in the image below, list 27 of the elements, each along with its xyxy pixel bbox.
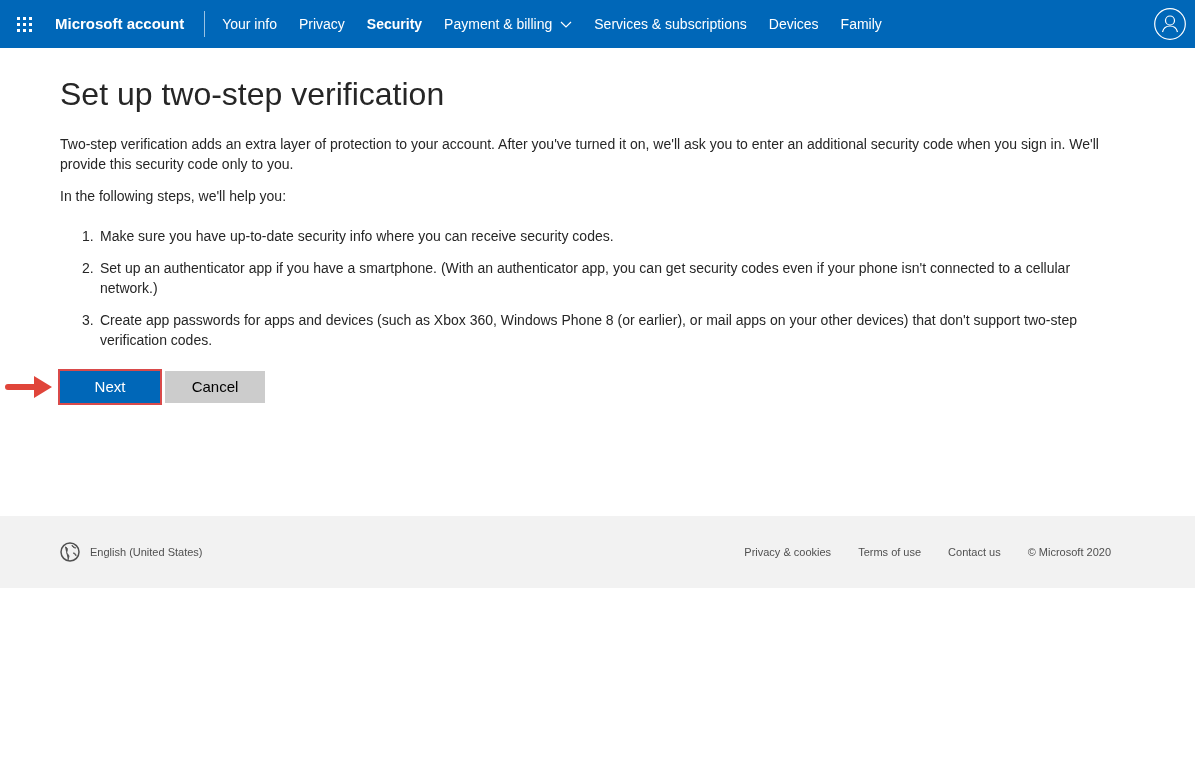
app-launcher-icon[interactable] [16, 16, 32, 32]
steps-lead: In the following steps, we'll help you: [60, 187, 288, 206]
cancel-button[interactable]: Cancel [165, 371, 265, 403]
nav-tab[interactable]: Security [366, 13, 423, 35]
step-number: 1. [82, 227, 95, 246]
step-text: Set up an authenticator app if you have a smartphone. (With an authenticator app, you can get security codes even if your phone isn't connected to a cellular network.) [100, 259, 1072, 298]
nav-tab[interactable]: Family [840, 13, 882, 35]
language-link[interactable]: English (United States) [90, 543, 203, 561]
step-number: 2. [82, 259, 95, 278]
step-text: Make sure you have up-to-date security info where you can receive security codes. [100, 227, 614, 246]
next-button[interactable]: Next [60, 371, 160, 403]
nav-tab[interactable]: Payment & billing [444, 13, 573, 35]
profile-icon[interactable] [1154, 8, 1186, 40]
footer-link[interactable]: Contact us [948, 543, 1001, 561]
step-text: Create app passwords for apps and devices (such as Xbox 360, Windows Phone 8 (or earlier), or mail apps on your other devices) that don't support two-step verification codes. [100, 311, 1078, 350]
step-number: 3. [82, 311, 95, 330]
brand-name[interactable]: Microsoft account [55, 12, 185, 36]
globe-icon[interactable] [60, 542, 80, 562]
footer-link[interactable]: Privacy & cookies [744, 543, 832, 561]
footer-link[interactable]: Terms of use [858, 543, 922, 561]
nav-tab[interactable]: Devices [768, 13, 819, 35]
page-title: Set up two-step verification [60, 76, 446, 112]
nav-tab[interactable]: Services & subscriptions [594, 13, 747, 35]
intro-paragraph: Two-step verification adds an extra layer of protection to your account. After you've turned it on, we'll ask you to enter an additional security code when you sign in. We'll provide this security code only to you. [60, 135, 1100, 174]
nav-tab[interactable]: Your info [222, 13, 277, 35]
nav-tab[interactable]: Privacy [298, 13, 345, 35]
copyright-text: © Microsoft 2020 [1027, 544, 1111, 560]
